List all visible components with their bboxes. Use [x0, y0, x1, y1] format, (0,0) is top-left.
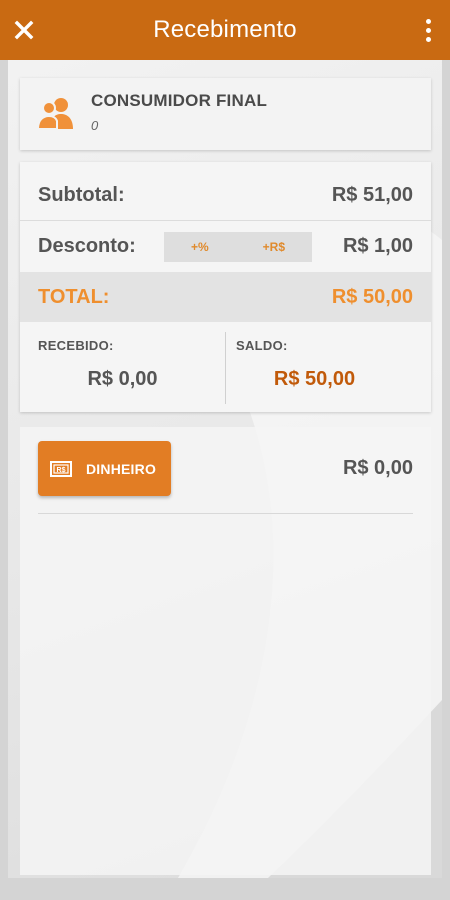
app-bar: Recebimento	[0, 0, 450, 60]
total-row: TOTAL: R$ 50,00	[20, 272, 431, 322]
svg-text:R$: R$	[57, 467, 66, 474]
customer-card[interactable]: CONSUMIDOR FINAL 0	[20, 78, 431, 150]
balance-block: SALDO: R$ 50,00	[225, 332, 431, 404]
payment-amount: R$ 0,00	[342, 457, 413, 479]
more-vertical-icon	[425, 18, 431, 24]
received-balance-section: RECEBIDO: R$ 0,00 SALDO: R$ 50,00	[20, 322, 431, 412]
page-title: Recebimento	[153, 16, 297, 43]
total-value: R$ 50,00	[331, 286, 413, 308]
discount-row: Desconto: +% +R$ R$ 1,00	[20, 220, 431, 270]
payment-method-label: DINHEIRO	[86, 460, 157, 477]
subtotal-label: Subtotal:	[38, 184, 125, 206]
divider	[38, 513, 413, 514]
total-label: TOTAL:	[38, 286, 110, 308]
subtotal-value: R$ 51,00	[331, 184, 413, 206]
received-label: RECEBIDO:	[38, 338, 114, 353]
discount-percent-button[interactable]: +%	[191, 240, 209, 254]
payments-card: R$ DINHEIRO R$ 0,00	[20, 427, 431, 875]
balance-label: SALDO:	[236, 338, 288, 353]
discount-buttons: +% +R$	[164, 232, 312, 262]
totals-card: Subtotal: R$ 51,00 Desconto: +% +R$ R$ 1…	[20, 162, 431, 412]
balance-value: R$ 50,00	[273, 368, 356, 390]
payment-method-button[interactable]: R$ DINHEIRO	[38, 441, 171, 496]
discount-money-button[interactable]: +R$	[263, 240, 285, 254]
customer-name: CONSUMIDOR FINAL	[91, 91, 268, 110]
discount-label: Desconto:	[38, 235, 136, 257]
subtotal-row: Subtotal: R$ 51,00	[20, 170, 431, 220]
cash-icon: R$	[50, 460, 72, 477]
customer-code: 0	[91, 118, 99, 133]
received-value: R$ 0,00	[87, 368, 158, 390]
received-block: RECEBIDO: R$ 0,00	[20, 322, 225, 412]
more-menu-button[interactable]	[420, 16, 436, 44]
users-icon	[38, 98, 73, 130]
discount-value: R$ 1,00	[342, 235, 413, 257]
